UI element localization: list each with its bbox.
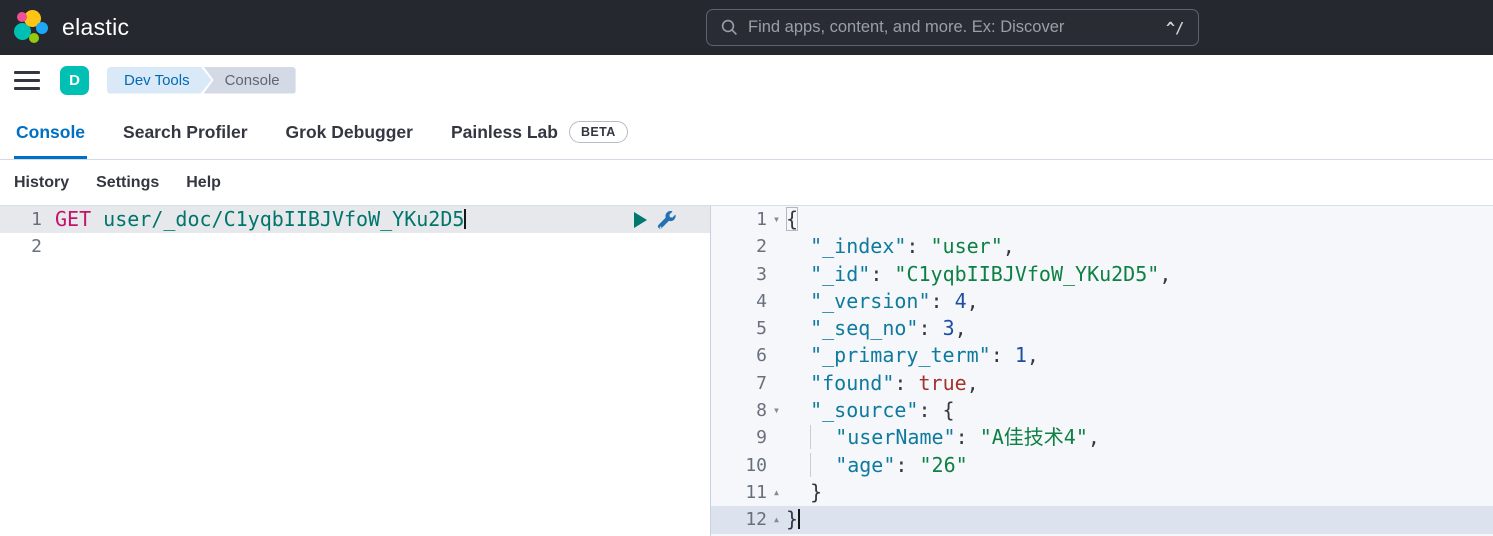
tab-console[interactable]: Console xyxy=(16,105,85,159)
tab-grok-debugger[interactable]: Grok Debugger xyxy=(286,105,413,159)
fold-spacer xyxy=(767,315,786,342)
request-editor[interactable]: 1 GET user/_doc/C1yqbIIBJVfoW_YKu2D5 2 xyxy=(0,206,711,536)
line-number: 1 xyxy=(0,206,42,233)
code-text: "_index": "user", xyxy=(786,233,1015,260)
line-number: 9 xyxy=(711,424,767,451)
response-line[interactable]: 5 "_seq_no": 3, xyxy=(711,315,1493,342)
code-text: "found": true, xyxy=(786,370,979,397)
space-avatar[interactable]: D xyxy=(60,66,89,95)
response-line[interactable]: 1▾{ xyxy=(711,206,1493,233)
request-editor-lines: 1 GET user/_doc/C1yqbIIBJVfoW_YKu2D5 2 xyxy=(0,206,710,261)
line-number: 4 xyxy=(711,288,767,315)
console-menu: History Settings Help xyxy=(0,160,1493,205)
top-navigation-bar: elastic ^/ xyxy=(0,0,1493,55)
response-line[interactable]: 10 "age": "26" xyxy=(711,452,1493,479)
fold-spacer xyxy=(767,370,786,397)
line-number: 1 xyxy=(711,206,767,233)
elastic-wordmark: elastic xyxy=(62,14,129,41)
search-icon xyxy=(721,19,738,36)
code-text: "_version": 4, xyxy=(786,288,979,315)
fold-toggle-icon[interactable]: ▾ xyxy=(767,397,786,424)
line-number: 2 xyxy=(711,233,767,260)
line-number: 10 xyxy=(711,452,767,479)
breadcrumb: Dev Tools Console xyxy=(107,67,296,94)
response-line[interactable]: 8▾ "_source": { xyxy=(711,397,1493,424)
code-text: "age": "26" xyxy=(786,452,968,479)
tab-painless-lab[interactable]: Painless Lab BETA xyxy=(451,105,628,159)
code-text: "_primary_term": 1, xyxy=(786,342,1039,369)
send-request-icon[interactable] xyxy=(634,212,647,228)
response-line[interactable]: 3 "_id": "C1yqbIIBJVfoW_YKu2D5", xyxy=(711,261,1493,288)
code-text: "userName": "A佳技术4", xyxy=(786,424,1100,451)
response-line[interactable]: 11▴ } xyxy=(711,479,1493,506)
request-actions xyxy=(634,210,676,230)
line-number: 8 xyxy=(711,397,767,424)
kibana-dev-tools-page: elastic ^/ D Dev Tools Console Console S… xyxy=(0,0,1493,536)
response-line[interactable]: 2 "_index": "user", xyxy=(711,233,1493,260)
beta-badge: BETA xyxy=(569,121,628,143)
menu-item-history[interactable]: History xyxy=(14,174,69,192)
search-input[interactable] xyxy=(748,18,1156,37)
response-panel[interactable]: 1▾{2 "_index": "user",3 "_id": "C1yqbIIB… xyxy=(711,206,1493,536)
response-line[interactable]: 4 "_version": 4, xyxy=(711,288,1493,315)
elastic-logo: elastic xyxy=(14,10,129,46)
menu-item-settings[interactable]: Settings xyxy=(96,174,159,192)
search-shortcut-hint: ^/ xyxy=(1166,19,1184,37)
breadcrumb-console[interactable]: Console xyxy=(204,67,296,94)
breadcrumb-dev-tools[interactable]: Dev Tools xyxy=(107,67,212,94)
menu-item-help[interactable]: Help xyxy=(186,174,221,192)
code-text: } xyxy=(786,506,800,533)
line-number: 7 xyxy=(711,370,767,397)
text-cursor xyxy=(798,509,800,529)
elastic-logo-icon xyxy=(14,10,50,46)
code-text: } xyxy=(786,479,822,506)
fold-spacer xyxy=(767,233,786,260)
dev-tools-tabs: Console Search Profiler Grok Debugger Pa… xyxy=(0,105,1493,160)
response-line[interactable]: 6 "_primary_term": 1, xyxy=(711,342,1493,369)
wrench-icon[interactable] xyxy=(657,211,676,230)
fold-toggle-icon[interactable]: ▴ xyxy=(767,506,786,533)
fold-spacer xyxy=(767,342,786,369)
global-search-bar[interactable]: ^/ xyxy=(706,9,1199,46)
code-text: "_seq_no": 3, xyxy=(786,315,967,342)
code-text: { xyxy=(786,206,798,233)
tab-search-profiler[interactable]: Search Profiler xyxy=(123,105,248,159)
line-number: 12 xyxy=(711,506,767,533)
fold-spacer xyxy=(767,288,786,315)
code-text: GET user/_doc/C1yqbIIBJVfoW_YKu2D5 xyxy=(55,206,466,233)
response-panel-lines: 1▾{2 "_index": "user",3 "_id": "C1yqbIIB… xyxy=(711,206,1493,534)
response-line[interactable]: 12▴} xyxy=(711,506,1493,533)
request-line[interactable]: 2 xyxy=(0,233,710,260)
fold-toggle-icon[interactable]: ▴ xyxy=(767,479,786,506)
line-number: 6 xyxy=(711,342,767,369)
menu-icon[interactable] xyxy=(14,71,40,90)
line-number: 2 xyxy=(0,233,42,260)
line-number: 3 xyxy=(711,261,767,288)
fold-spacer xyxy=(767,424,786,451)
request-line[interactable]: 1 GET user/_doc/C1yqbIIBJVfoW_YKu2D5 xyxy=(0,206,710,233)
response-line[interactable]: 7 "found": true, xyxy=(711,370,1493,397)
console-editor: 1GET user/_doc/C1yqbIIBJVfoW_YKu2D52 1▾{… xyxy=(0,205,1493,536)
code-text: "_source": { xyxy=(786,397,955,424)
line-number: 11 xyxy=(711,479,767,506)
fold-spacer xyxy=(767,452,786,479)
fold-spacer xyxy=(767,261,786,288)
fold-toggle-icon[interactable]: ▾ xyxy=(767,206,786,233)
response-line[interactable]: 9 "userName": "A佳技术4", xyxy=(711,424,1493,451)
code-text: "_id": "C1yqbIIBJVfoW_YKu2D5", xyxy=(786,261,1171,288)
breadcrumb-row: D Dev Tools Console xyxy=(0,55,1493,105)
line-number: 5 xyxy=(711,315,767,342)
text-cursor xyxy=(464,209,466,229)
